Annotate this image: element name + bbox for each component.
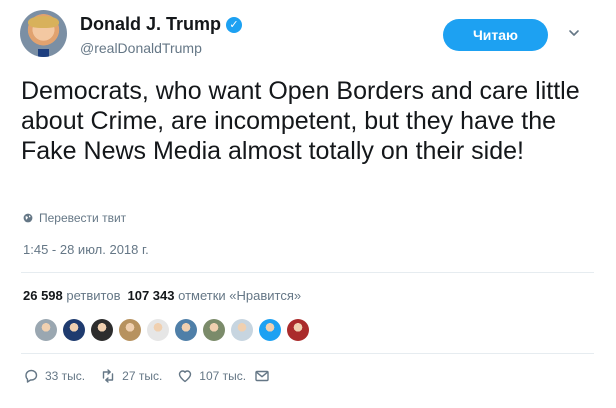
liker-7-avatar[interactable] [203, 319, 225, 341]
avatar[interactable] [20, 10, 67, 57]
liker-10-avatar[interactable] [287, 319, 309, 341]
likes-stat[interactable]: 107 343 отметки «Нравится» [128, 288, 302, 303]
tweet-timestamp[interactable]: 1:45 - 28 июл. 2018 г. [23, 242, 149, 257]
retweet-stat[interactable]: 26 598 ретвитов [23, 288, 121, 303]
chevron-down-icon[interactable] [568, 27, 580, 39]
liker-8-avatar[interactable] [231, 319, 253, 341]
retweets-label: ретвитов [66, 288, 121, 303]
retweet-count: 27 тыс. [122, 369, 163, 383]
liker-3-avatar[interactable] [91, 319, 113, 341]
like-action[interactable]: 107 тыс. [177, 368, 246, 384]
liker-2-avatar[interactable] [63, 319, 85, 341]
liker-1-avatar[interactable] [35, 319, 57, 341]
retweets-count: 26 598 [23, 288, 63, 303]
direct-message-icon[interactable] [254, 368, 270, 384]
reply-icon [25, 369, 38, 383]
liker-9-avatar[interactable] [259, 319, 281, 341]
divider [21, 272, 594, 273]
liker-4-avatar[interactable] [119, 319, 141, 341]
liker-avatars [35, 319, 309, 341]
like-count: 107 тыс. [199, 369, 247, 383]
author-name-row[interactable]: Donald J. Trump ✓ [80, 14, 243, 35]
likes-count: 107 343 [127, 288, 175, 303]
translate-tweet-label[interactable]: Перевести твит [39, 211, 126, 225]
author-handle[interactable]: @realDonaldTrump [80, 40, 202, 56]
tweet-text: Democrats, who want Open Borders and car… [21, 77, 580, 165]
author-name[interactable]: Donald J. Trump [80, 14, 221, 35]
reply-count: 33 тыс. [45, 369, 86, 383]
tweet-actions: 33 тыс. 27 тыс. 107 тыс. [23, 368, 270, 384]
verified-badge-icon: ✓ [226, 16, 243, 33]
retweet-icon [102, 369, 114, 383]
likes-label: отметки «Нравится» [178, 288, 302, 303]
heart-icon [179, 370, 192, 383]
tweet-stats: 26 598 ретвитов 107 343 отметки «Нравитс… [23, 288, 301, 303]
liker-5-avatar[interactable] [147, 319, 169, 341]
divider [21, 353, 594, 354]
following-button[interactable]: Читаю [443, 19, 548, 51]
liker-6-avatar[interactable] [175, 319, 197, 341]
translate-tweet-link[interactable]: Перевести твит [23, 211, 126, 225]
reply-action[interactable]: 33 тыс. [23, 368, 85, 384]
globe-icon [23, 213, 33, 223]
retweet-action[interactable]: 27 тыс. [100, 368, 162, 384]
